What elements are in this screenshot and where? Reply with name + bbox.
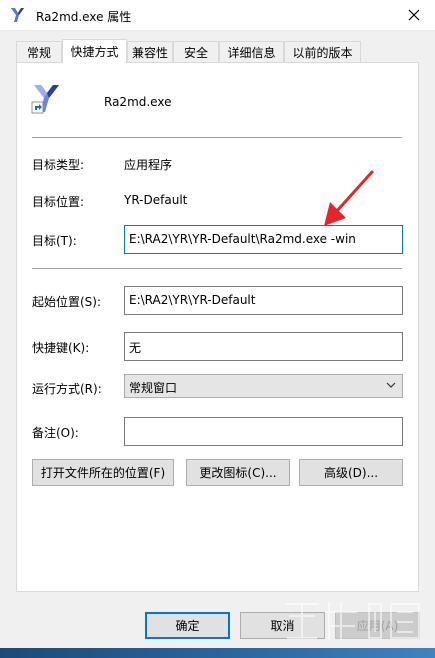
- comment-label: 备注(O):: [32, 426, 79, 440]
- tab-previous-versions[interactable]: 以前的版本: [284, 41, 361, 62]
- target-type-label: 目标类型:: [32, 158, 85, 172]
- target-input[interactable]: E:\RA2\YR\YR-Default\Ra2md.exe -win: [124, 225, 403, 254]
- tab-details[interactable]: 详细信息: [219, 41, 284, 62]
- separator: [32, 137, 402, 138]
- ok-button[interactable]: 确定: [145, 612, 230, 639]
- close-icon: [408, 9, 420, 21]
- hotkey-label: 快捷键(K):: [32, 341, 90, 355]
- properties-dialog: Ra2md.exe 属性 常规 快捷方式 兼容性 安全 详细信息 以前的版本 R…: [0, 0, 435, 658]
- advanced-button[interactable]: 高级(D)...: [299, 459, 403, 486]
- tab-general[interactable]: 常规: [16, 41, 62, 62]
- target-location-value: YR-Default: [124, 193, 188, 207]
- tab-shortcut[interactable]: 快捷方式: [62, 39, 127, 63]
- separator: [32, 268, 402, 269]
- tab-security[interactable]: 安全: [173, 41, 219, 62]
- desktop-background-edge: [0, 648, 435, 658]
- start-in-label: 起始位置(S):: [32, 295, 102, 309]
- title-bar[interactable]: Ra2md.exe 属性: [0, 0, 435, 31]
- tab-compatibility[interactable]: 兼容性: [127, 41, 173, 62]
- comment-input[interactable]: [124, 417, 403, 446]
- target-type-value: 应用程序: [124, 158, 173, 172]
- run-select-value: 常规窗口: [129, 381, 178, 395]
- app-icon: [31, 85, 59, 114]
- app-icon-small: [11, 8, 24, 22]
- hotkey-input[interactable]: 无: [124, 332, 403, 361]
- run-select[interactable]: 常规窗口: [124, 374, 403, 398]
- shortcut-panel: [16, 62, 419, 592]
- app-name: Ra2md.exe: [104, 95, 172, 109]
- close-button[interactable]: [401, 3, 427, 27]
- window-title: Ra2md.exe 属性: [36, 10, 132, 24]
- apply-button[interactable]: 应用(A): [335, 612, 420, 639]
- change-icon-button[interactable]: 更改图标(C)...: [186, 459, 290, 486]
- target-label: 目标(T):: [32, 234, 77, 248]
- chevron-down-icon: [386, 382, 396, 388]
- open-file-location-button[interactable]: 打开文件所在的位置(F): [32, 459, 174, 486]
- run-label: 运行方式(R):: [32, 382, 102, 396]
- target-location-label: 目标位置:: [32, 195, 85, 209]
- start-in-input[interactable]: E:\RA2\YR\YR-Default: [124, 286, 403, 315]
- cancel-button[interactable]: 取消: [240, 612, 325, 639]
